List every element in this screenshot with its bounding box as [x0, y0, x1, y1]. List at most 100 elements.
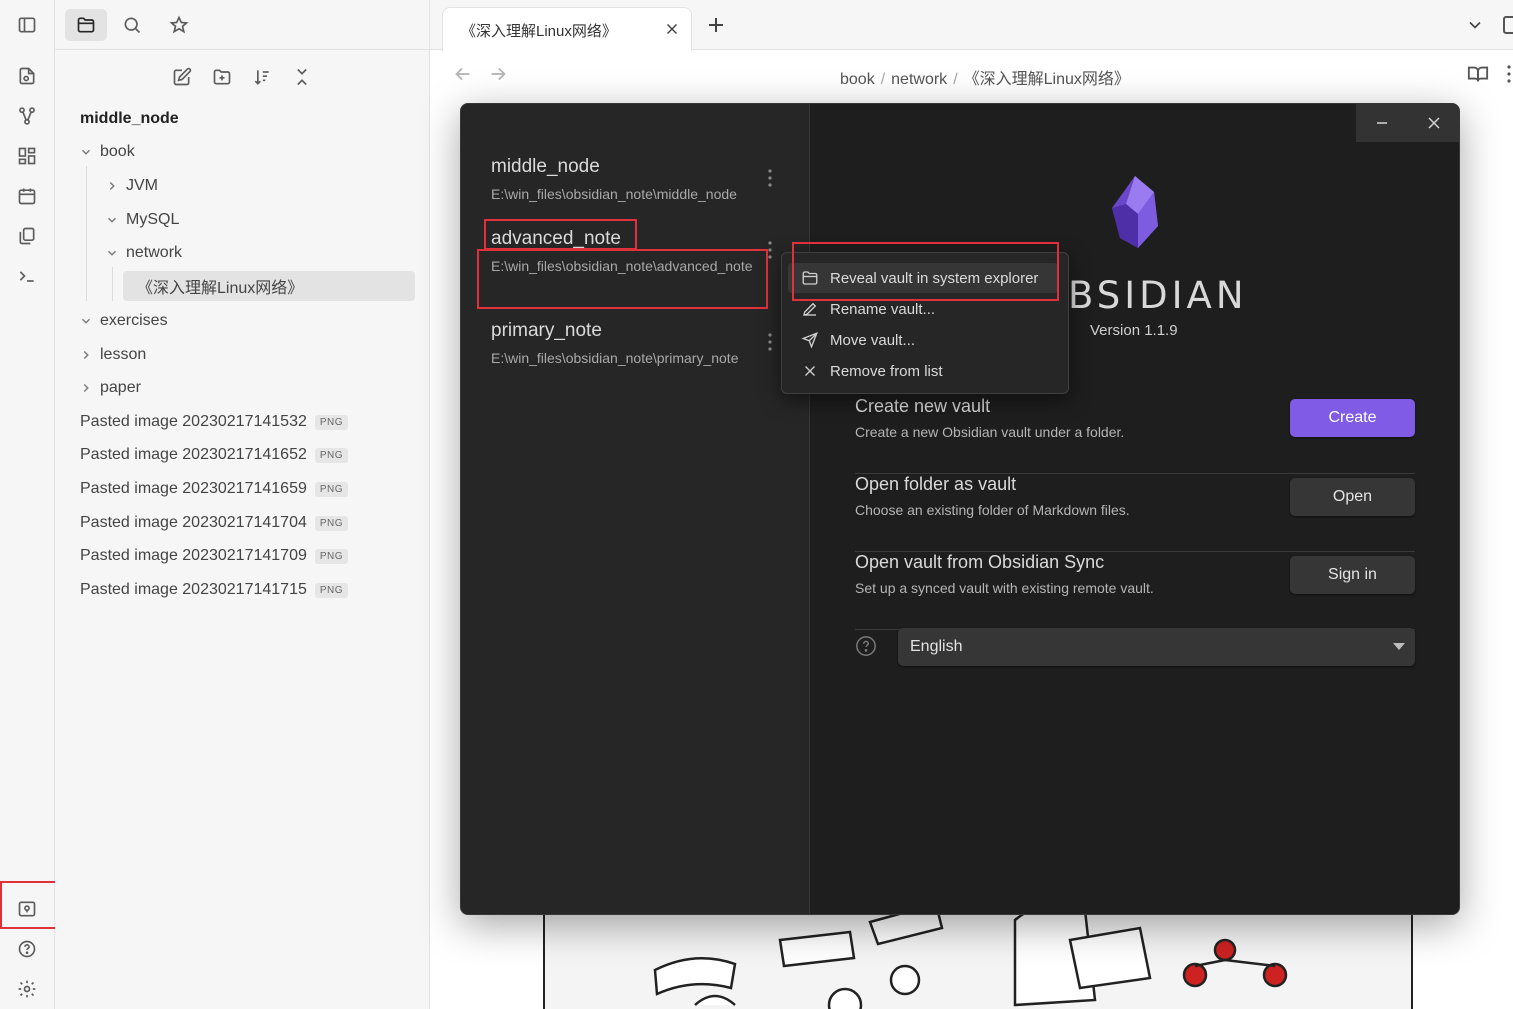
help-circle-icon[interactable] — [855, 635, 877, 657]
menu-item-remove-from-list[interactable]: Remove from list — [788, 356, 1058, 386]
breadcrumb-item[interactable]: 《深入理解Linux网络》 — [964, 71, 1130, 88]
reading-view-book-icon[interactable] — [1467, 63, 1489, 85]
file-type-badge: PNG — [314, 481, 349, 497]
menu-item-move-vault[interactable]: Move vault... — [788, 325, 1058, 355]
app-version: Version 1.1.9 — [1090, 322, 1178, 339]
tree-label: 《深入理解Linux网络》 — [137, 280, 304, 297]
new-tab-plus-icon[interactable] — [704, 13, 728, 37]
vault-item-middle-node[interactable]: middle_node E:\win_files\obsidian_note\m… — [491, 156, 781, 204]
vault-options-icon[interactable] — [766, 331, 774, 353]
tree-label: Pasted image 20230217141532 — [80, 413, 307, 430]
tree-label: Pasted image 20230217141704 — [80, 514, 307, 531]
embedded-illustration — [543, 900, 1413, 1009]
tree-folder-mysql[interactable]: MySQL — [104, 205, 179, 235]
sort-button[interactable] — [247, 62, 277, 92]
tree-folder-jvm[interactable]: JVM — [104, 171, 158, 201]
chevron-right-icon — [104, 178, 120, 194]
canvas-icon[interactable] — [16, 145, 38, 167]
command-palette-icon[interactable] — [16, 265, 38, 287]
more-options-icon[interactable] — [1505, 63, 1513, 85]
chevron-right-icon — [78, 347, 94, 363]
app-brand-name: BSIDIAN — [1068, 274, 1248, 317]
action-title: Create new vault — [855, 396, 991, 416]
tree-folder-exercises[interactable]: exercises — [78, 306, 168, 336]
vault-title[interactable]: middle_node — [80, 110, 179, 128]
vault-switcher-modal: middle_node E:\win_files\obsidian_note\m… — [460, 103, 1460, 915]
graph-view-icon[interactable] — [16, 105, 38, 127]
vault-switcher-highlight — [0, 881, 57, 929]
collapse-all-button[interactable] — [287, 62, 317, 92]
menu-item-label: Rename vault... — [830, 300, 936, 318]
new-folder-button[interactable] — [207, 62, 237, 92]
file-explorer-sidebar: middle_node book JVM MySQL network 《深入理解… — [55, 0, 430, 1009]
vault-options-icon[interactable] — [766, 167, 774, 189]
file-type-badge: PNG — [314, 447, 349, 463]
tab-bar: 《深入理解Linux网络》 — [430, 0, 1513, 51]
tab-active[interactable]: 《深入理解Linux网络》 — [442, 7, 692, 51]
tree-folder-book[interactable]: book — [78, 137, 135, 167]
action-title: Open vault from Obsidian Sync — [855, 552, 1105, 572]
vault-item-primary-note[interactable]: primary_note E:\win_files\obsidian_note\… — [491, 320, 781, 368]
open-folder-row: Open folder as vault Choose an existing … — [855, 474, 1415, 552]
new-note-button[interactable] — [167, 62, 197, 92]
breadcrumb-item[interactable]: book — [840, 71, 875, 88]
tree-file-image[interactable]: Pasted image 20230217141704 PNG — [80, 508, 349, 538]
back-arrow-icon[interactable] — [452, 63, 474, 85]
vault-name: middle_node — [491, 156, 600, 177]
vault-list-panel: middle_node E:\win_files\obsidian_note\m… — [461, 104, 810, 914]
tree-file-selected[interactable]: 《深入理解Linux网络》 — [123, 271, 415, 301]
tree-label: Pasted image 20230217141709 — [80, 547, 307, 564]
tree-folder-network[interactable]: network — [104, 238, 182, 268]
search-tab-button[interactable] — [111, 9, 153, 41]
chevron-down-icon[interactable] — [1465, 15, 1485, 35]
minimize-icon[interactable] — [1356, 104, 1408, 142]
daily-note-icon[interactable] — [16, 185, 38, 207]
chevron-down-icon — [104, 212, 120, 228]
language-dropdown[interactable]: English — [898, 628, 1415, 666]
settings-icon[interactable] — [16, 978, 38, 1000]
close-icon[interactable] — [663, 20, 681, 38]
close-window-icon[interactable] — [1408, 104, 1459, 142]
sync-vault-row: Open vault from Obsidian Sync Set up a s… — [855, 552, 1415, 630]
forward-arrow-icon[interactable] — [487, 63, 509, 85]
left-ribbon — [0, 0, 55, 1009]
create-vault-button[interactable]: Create — [1290, 399, 1415, 437]
star-icon — [169, 15, 189, 34]
templates-icon[interactable] — [16, 225, 38, 247]
action-description: Create a new Obsidian vault under a fold… — [855, 424, 1125, 440]
breadcrumb-item[interactable]: network — [891, 71, 947, 88]
vault-path: E:\win_files\obsidian_note\primary_note — [491, 350, 739, 366]
tree-file-image[interactable]: Pasted image 20230217141652 PNG — [80, 440, 349, 470]
bookmarks-tab-button[interactable] — [158, 9, 200, 41]
tree-file-image[interactable]: Pasted image 20230217141659 PNG — [80, 474, 349, 504]
sort-icon — [254, 70, 269, 85]
chevron-down-icon — [78, 144, 94, 160]
tree-file-image[interactable]: Pasted image 20230217141715 PNG — [80, 575, 349, 605]
tree-label: JVM — [126, 177, 158, 194]
chevron-right-icon — [78, 380, 94, 396]
sign-in-button[interactable]: Sign in — [1290, 556, 1415, 594]
action-description: Choose an existing folder of Markdown fi… — [855, 502, 1130, 518]
tree-folder-lesson[interactable]: lesson — [78, 340, 146, 370]
tree-file-image[interactable]: Pasted image 20230217141709 PNG — [80, 541, 349, 571]
tree-folder-paper[interactable]: paper — [78, 373, 141, 403]
tree-label: MySQL — [126, 211, 180, 228]
vault-name-highlight — [484, 219, 637, 250]
window-controls — [1356, 104, 1459, 142]
file-type-badge: PNG — [314, 515, 349, 531]
open-quick-switcher-icon[interactable] — [16, 65, 38, 87]
vault-name: primary_note — [491, 320, 602, 341]
open-folder-button[interactable]: Open — [1290, 478, 1415, 516]
files-tab-button[interactable] — [65, 9, 107, 41]
language-row: English — [855, 628, 1415, 668]
tree-label: network — [126, 244, 183, 261]
menu-item-label: Move vault... — [830, 331, 916, 349]
help-icon[interactable] — [16, 938, 38, 960]
vault-path: E:\win_files\obsidian_note\middle_node — [491, 186, 737, 202]
tree-label: book — [100, 143, 135, 160]
tree-file-image[interactable]: Pasted image 20230217141532 PNG — [80, 407, 349, 437]
toggle-sidebar-icon[interactable] — [16, 14, 38, 36]
obsidian-logo-icon — [1112, 176, 1158, 248]
sidebar-toggle-right-icon[interactable] — [1503, 16, 1513, 34]
breadcrumb-separator: / — [880, 71, 886, 88]
